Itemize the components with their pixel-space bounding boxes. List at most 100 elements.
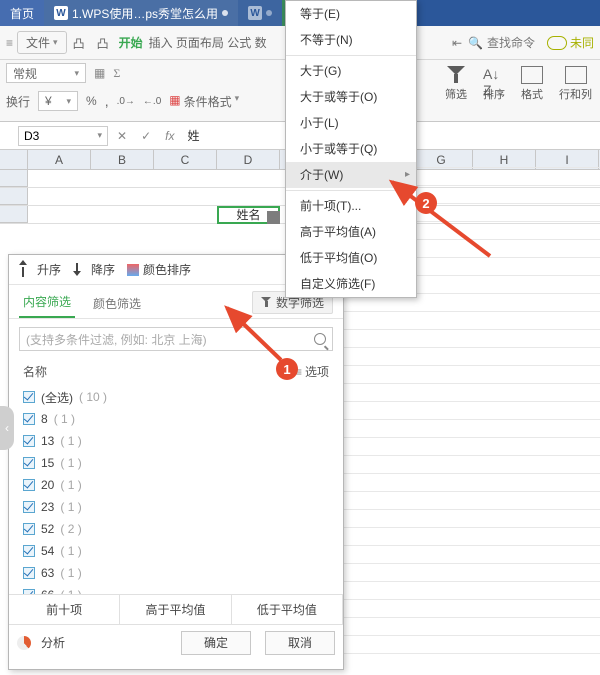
mi-top10[interactable]: 前十项(T)... <box>286 193 416 219</box>
formula-preview: 姓 <box>187 127 199 144</box>
col-header[interactable]: D <box>217 150 280 169</box>
quick-above-avg[interactable]: 高于平均值 <box>120 595 231 624</box>
search-commands[interactable]: 🔍 查找命令 <box>468 34 535 51</box>
checkbox-icon[interactable] <box>23 413 35 425</box>
sort-group[interactable]: A↓Z排序 <box>479 64 509 104</box>
color-sort[interactable]: 颜色排序 <box>127 261 191 278</box>
mi-lte[interactable]: 小于或等于(Q) <box>286 136 416 162</box>
accept-formula[interactable]: ✓ <box>136 128 156 144</box>
list-item[interactable]: 8( 1 ) <box>23 408 329 430</box>
filter-group[interactable]: 筛选 <box>441 64 471 104</box>
list-item[interactable]: 66( 1 ) <box>23 584 329 594</box>
ok-button[interactable]: 确定 <box>181 631 251 655</box>
comma-button[interactable]: , <box>105 93 109 109</box>
mi-custom[interactable]: 自定义筛选(F) <box>286 271 416 297</box>
quick-below-avg[interactable]: 低于平均值 <box>232 595 343 624</box>
select-all-corner[interactable] <box>0 150 28 169</box>
row-header[interactable] <box>0 206 28 223</box>
cloud-icon <box>547 36 567 50</box>
collapse-icon[interactable]: ⇤ <box>452 36 462 50</box>
filter-values-list[interactable]: (全选)( 10 ) 8( 1 ) 13( 1 ) 15( 1 ) 20( 1 … <box>9 384 343 594</box>
quick-access: 凸 凸 <box>73 35 113 51</box>
list-item[interactable]: 20( 1 ) <box>23 474 329 496</box>
rowscols-icon <box>565 66 587 84</box>
word-icon: W <box>54 6 68 20</box>
checkbox-icon[interactable] <box>23 479 35 491</box>
cancel-button[interactable]: 取消 <box>265 631 335 655</box>
currency-combo[interactable]: ¥▾ <box>38 91 78 111</box>
tab-color-filter[interactable]: 颜色筛选 <box>89 295 145 318</box>
checkbox-icon[interactable] <box>23 545 35 557</box>
tab-home[interactable]: 首页 <box>0 0 44 26</box>
checkbox-icon[interactable] <box>23 391 35 403</box>
color-sort-icon <box>127 264 139 276</box>
cond-format[interactable]: ▦条件格式▾ <box>169 93 239 110</box>
checkbox-icon[interactable] <box>23 501 35 513</box>
sort-desc[interactable]: 降序 <box>73 261 115 278</box>
sync-status[interactable]: 未同 <box>547 34 594 51</box>
mi-above-avg[interactable]: 高于平均值(A) <box>286 219 416 245</box>
word-icon: W <box>248 6 262 20</box>
rowscols-group[interactable]: 行和列 <box>555 64 596 104</box>
checkbox-icon[interactable] <box>23 523 35 535</box>
list-item[interactable]: 52( 2 ) <box>23 518 329 540</box>
checkbox-icon[interactable] <box>23 457 35 469</box>
pie-icon <box>17 636 31 650</box>
name-box[interactable]: D3▾ <box>18 126 108 146</box>
list-item[interactable]: 15( 1 ) <box>23 452 329 474</box>
format-group[interactable]: 格式 <box>517 64 547 104</box>
fx-icon[interactable]: fx <box>160 128 179 144</box>
number-format-combo[interactable]: 常规▾ <box>6 63 86 83</box>
menu-icon[interactable]: ≡ <box>6 36 11 50</box>
list-item[interactable]: 13( 1 ) <box>23 430 329 452</box>
ribbon-start[interactable]: 开始 <box>119 34 143 51</box>
row-header[interactable] <box>0 188 28 205</box>
checkbox-icon[interactable] <box>23 435 35 447</box>
mi-gte[interactable]: 大于或等于(O) <box>286 84 416 110</box>
dec-inc-button[interactable]: .0→ <box>117 96 135 107</box>
analysis-link[interactable]: 分析 <box>41 634 65 651</box>
print-icon[interactable]: 凸 <box>97 35 113 51</box>
tab-home-label: 首页 <box>10 5 34 22</box>
mi-equals[interactable]: 等于(E) <box>286 1 416 27</box>
tab-content-filter[interactable]: 内容筛选 <box>19 293 75 318</box>
save-icon[interactable]: 凸 <box>73 35 89 51</box>
autofilter-popup: 升序 降序 颜色排序 ⚙ 内容筛选 颜色筛选 数字筛选 (支持多条件过滤, 例如… <box>8 254 344 670</box>
sort-asc[interactable]: 升序 <box>19 261 61 278</box>
mi-not-equals[interactable]: 不等于(N) <box>286 27 416 53</box>
file-menu[interactable]: 文件▾ <box>17 31 67 54</box>
filter-search[interactable]: (支持多条件过滤, 例如: 北京 上海) <box>19 327 333 351</box>
active-cell[interactable]: 姓名 <box>217 206 280 224</box>
ribbon-rest[interactable]: 插入 页面布局 公式 数 <box>149 34 267 51</box>
col-header[interactable]: B <box>91 150 154 169</box>
number-filter-menu: 等于(E) 不等于(N) 大于(G) 大于或等于(O) 小于(L) 小于或等于(… <box>285 0 417 298</box>
list-item[interactable]: 23( 1 ) <box>23 496 329 518</box>
tab-doc-1[interactable]: W1.WPS使用…ps秀堂怎么用 <box>44 0 238 26</box>
dec-dec-button[interactable]: ←.0 <box>143 96 161 107</box>
sigma-icon[interactable]: Σ <box>113 66 120 81</box>
checkbox-icon[interactable] <box>23 589 35 594</box>
dot-icon <box>266 10 272 16</box>
cancel-formula[interactable]: ✕ <box>112 128 132 144</box>
percent-button[interactable]: % <box>86 94 97 108</box>
list-item[interactable]: (全选)( 10 ) <box>23 386 329 408</box>
menu-separator <box>286 55 416 56</box>
name-header: 名称 <box>23 363 47 380</box>
list-item[interactable]: 54( 1 ) <box>23 540 329 562</box>
mi-lt[interactable]: 小于(L) <box>286 110 416 136</box>
table-icon[interactable]: ▦ <box>94 66 105 80</box>
quick-top10[interactable]: 前十项 <box>9 595 120 624</box>
options-link[interactable]: ≡选项 <box>295 363 329 380</box>
col-header[interactable]: A <box>28 150 91 169</box>
checkbox-icon[interactable] <box>23 567 35 579</box>
wrap-text-label[interactable]: 换行 <box>6 93 30 110</box>
tab-doc-2[interactable]: W <box>238 0 282 26</box>
col-header[interactable]: C <box>154 150 217 169</box>
mi-between[interactable]: 介于(W) <box>286 162 416 188</box>
side-grip[interactable]: ‹ <box>0 406 14 450</box>
mi-gt[interactable]: 大于(G) <box>286 58 416 84</box>
format-icon <box>521 66 543 84</box>
mi-below-avg[interactable]: 低于平均值(O) <box>286 245 416 271</box>
list-item[interactable]: 63( 1 ) <box>23 562 329 584</box>
row-header[interactable] <box>0 170 28 187</box>
